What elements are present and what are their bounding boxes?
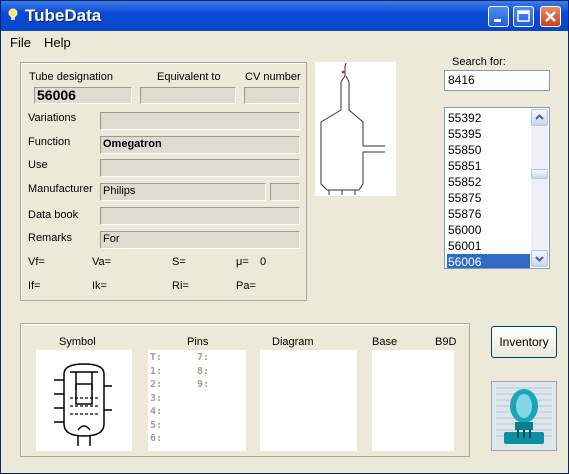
bottom-panel: Symbol Pins Diagram Base B9D T: 1: 2: 3: 4: 5…	[20, 323, 470, 457]
va-label: Va=	[92, 256, 112, 268]
manufacturer-code-field[interactable]	[270, 183, 300, 201]
variations-label: Variations	[28, 112, 77, 124]
pin-label: 5:	[150, 419, 163, 431]
remarks-field[interactable]: For	[100, 231, 300, 249]
search-label: Search for:	[452, 56, 506, 68]
tube-list-item[interactable]: 56001	[447, 238, 530, 254]
menu-help[interactable]: Help	[44, 35, 71, 50]
minimize-icon	[494, 19, 501, 22]
function-field[interactable]: Omegatron	[100, 136, 300, 154]
diagram-box	[260, 350, 357, 451]
symbol-label: Symbol	[59, 336, 96, 348]
chevron-up-icon	[535, 114, 544, 120]
tube-list-item[interactable]: 56006	[447, 254, 530, 268]
tube-list-item[interactable]: 55850	[447, 142, 530, 158]
tube-list-item[interactable]: 55392	[447, 110, 530, 126]
cv-number-label: CV number	[245, 71, 301, 83]
pin-label: 6:	[150, 433, 163, 444]
maximize-button[interactable]	[513, 6, 534, 27]
use-label: Use	[28, 159, 48, 171]
ri-label: Ri=	[172, 280, 189, 292]
equivalent-field[interactable]	[140, 87, 236, 104]
designation-label: Tube designation	[29, 71, 113, 83]
base-value: B9D	[435, 336, 457, 348]
list-scrollbar[interactable]	[531, 109, 548, 267]
minimize-button[interactable]	[488, 6, 509, 27]
base-label: Base	[372, 336, 398, 348]
tube-list-item[interactable]: 55395	[447, 126, 530, 142]
tube-list-item[interactable]: 55851	[447, 158, 530, 174]
tube-logo-icon	[492, 382, 556, 450]
tube-outline-image	[320, 62, 385, 195]
remarks-label: Remarks	[28, 232, 73, 244]
window-title: TubeData	[25, 6, 102, 25]
tube-data-panel: Tube designation Equivalent to CV number…	[20, 62, 307, 301]
pin-label: 3:	[150, 392, 163, 404]
scroll-down-button[interactable]	[531, 250, 548, 267]
if-label: If=	[28, 280, 41, 292]
use-field[interactable]	[100, 159, 300, 177]
databook-field[interactable]	[100, 207, 300, 225]
menu-bar: File Help	[1, 31, 568, 53]
function-label: Function	[28, 136, 71, 148]
scroll-thumb[interactable]	[531, 169, 548, 179]
pin-label: 2:	[150, 379, 163, 390]
main-window: TubeData File Help Tube designation Equi…	[0, 0, 569, 474]
tube-list-item[interactable]: 55875	[447, 190, 530, 206]
pin-label: 9:	[197, 379, 210, 390]
symbol-box	[36, 350, 132, 451]
chevron-down-icon	[535, 256, 544, 262]
tube-picture	[315, 62, 396, 196]
menu-file[interactable]: File	[10, 35, 31, 50]
pa-label: Pa=	[236, 280, 256, 292]
close-button[interactable]	[540, 6, 561, 27]
manufacturer-field[interactable]: Philips	[100, 183, 266, 201]
scroll-up-button[interactable]	[531, 109, 548, 126]
maximize-icon	[517, 10, 530, 22]
tube-list-item[interactable]: 55876	[447, 206, 530, 222]
s-label: S=	[172, 256, 186, 268]
tube-list-item[interactable]: 56000	[447, 222, 530, 238]
pin-label: 8:	[197, 365, 210, 377]
search-input[interactable]: 8416	[444, 70, 550, 91]
title-bar[interactable]: TubeData	[1, 1, 568, 31]
vf-label: Vf=	[28, 256, 45, 268]
pins-label: Pins	[187, 336, 209, 348]
diagram-label: Diagram	[272, 336, 314, 348]
base-box	[372, 350, 454, 451]
tube-logo[interactable]	[491, 381, 557, 451]
equivalent-label: Equivalent to	[157, 71, 221, 83]
lightbulb-icon	[8, 8, 18, 20]
tube-symbol-image	[54, 363, 112, 446]
designation-field[interactable]: 56006	[34, 87, 132, 104]
manufacturer-label: Manufacturer	[28, 183, 93, 195]
pin-label: 1:	[150, 365, 163, 377]
inventory-button[interactable]: Inventory	[491, 326, 557, 358]
cv-number-field[interactable]	[244, 87, 300, 104]
pin-label: 7:	[197, 352, 210, 363]
mu-label: μ=	[236, 256, 249, 268]
tube-list[interactable]: 55392 55395 55850 55851 55852 55875 55876 56000…	[444, 107, 550, 269]
close-icon	[545, 11, 556, 22]
tube-list-item[interactable]: 55852	[447, 174, 530, 190]
variations-field[interactable]	[100, 112, 300, 130]
databook-label: Data book	[28, 209, 79, 221]
pin-label: T:	[150, 352, 163, 363]
pins-box: T: 1: 2: 3: 4: 5: 6: 7: 8: 9:	[148, 350, 246, 451]
ik-label: Ik=	[92, 280, 107, 292]
mu-value: 0	[260, 256, 267, 268]
pin-label: 4:	[150, 406, 163, 417]
